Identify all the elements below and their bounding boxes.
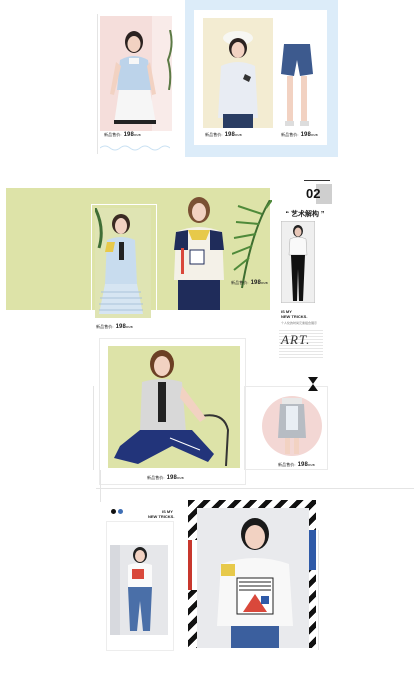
price-value: 198 [297, 462, 308, 468]
art-word: ART. [281, 332, 311, 347]
price-tag-3: 新品售价: 198RMB [281, 132, 318, 138]
price-label: 新品售价: [147, 475, 165, 480]
price-value: 198 [166, 475, 177, 481]
frame-line [96, 488, 414, 489]
frame-line [100, 470, 101, 502]
price-label: 新品售价: [96, 324, 114, 329]
price-tag-2: 新品售价: 198RMB [205, 132, 242, 138]
product-photo-white-shirt[interactable] [203, 18, 273, 128]
price-value: 198 [123, 132, 134, 138]
dot-black [111, 509, 116, 514]
wave-deco [100, 144, 170, 152]
lower-tagline-line2: NEW TRICKS. [148, 514, 175, 519]
product-photo-grey-skirt[interactable] [276, 398, 308, 456]
frame-line [93, 386, 94, 470]
price-label: 新品售价: [278, 462, 296, 467]
palm-leaf [232, 200, 272, 290]
price-value: 198 [115, 324, 126, 330]
price-value: 198 [250, 280, 261, 286]
section-number: 02 [306, 186, 321, 201]
price-tag-4: 新品售价: 198RMB [96, 324, 133, 330]
price-label: 新品售价: [205, 132, 223, 137]
price-label: 新品售价: [281, 132, 299, 137]
price-label: 新品售价: [104, 132, 122, 137]
product-photo-shorts[interactable] [278, 42, 316, 128]
deco-plant [166, 30, 174, 90]
tagline-small: 个人化的时尚元素组合展示 [281, 321, 318, 325]
price-tag-7: 新品售价: 198RMB [278, 462, 315, 468]
tagline-line2: NEW TRICKS. [281, 314, 308, 319]
hourglass-icon [308, 377, 318, 391]
editorial-photo-black-pants[interactable] [281, 221, 315, 303]
dot-blue [118, 509, 123, 514]
rule [304, 180, 330, 181]
product-photo-blue-shirt[interactable] [100, 16, 172, 131]
product-photo-striped-dress[interactable] [95, 208, 151, 318]
price-tag-1: 新品售价: 198RMB [104, 132, 141, 138]
product-photo-color-block-tee[interactable] [166, 188, 232, 310]
section-number-block: 02 [304, 180, 332, 204]
price-value: 198 [300, 132, 311, 138]
price-tag-6: 新品售价: 198RMB [147, 475, 184, 481]
frame-line [97, 14, 98, 154]
price-value: 198 [224, 132, 235, 138]
section-title: “ 艺术解构 ” [285, 211, 325, 218]
price-tag-5: 新品售价: 198RMB [231, 280, 268, 286]
price-label: 新品售价: [231, 280, 249, 285]
product-photo-jeans[interactable] [110, 545, 168, 635]
product-photo-navy-pants[interactable] [110, 346, 240, 468]
product-photo-graphic-tee[interactable] [197, 508, 309, 648]
frame-line [318, 530, 319, 650]
